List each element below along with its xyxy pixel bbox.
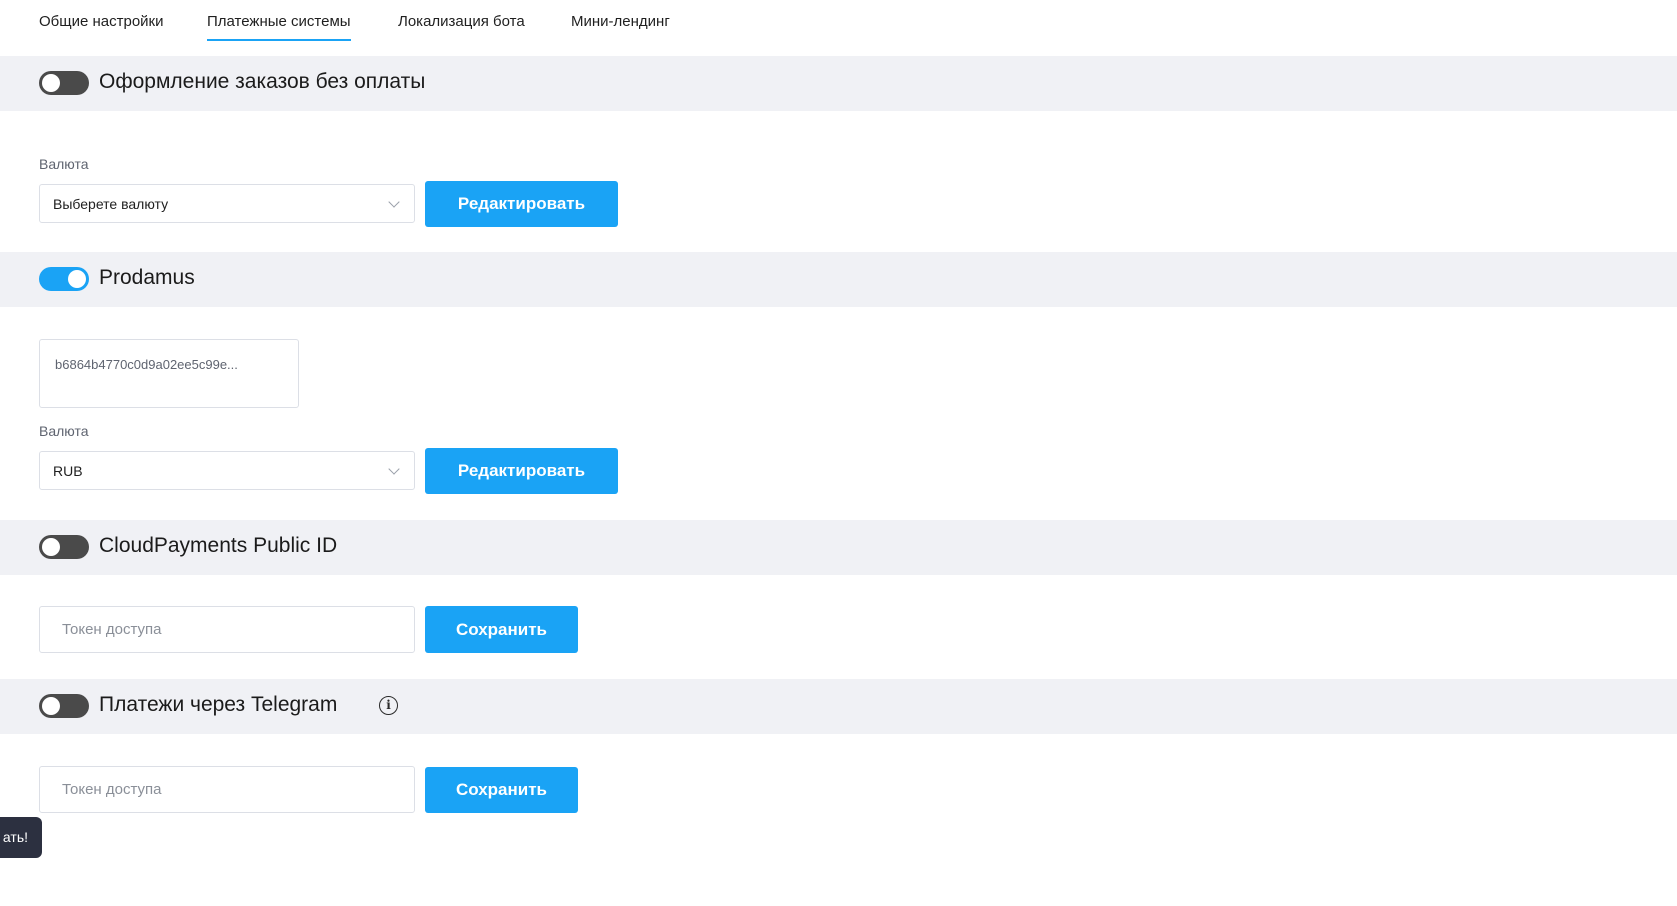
currency-label: Валюта (39, 156, 89, 172)
section-header-cloudpayments: CloudPayments Public ID (0, 520, 1677, 575)
toast-text: ать! (2, 829, 28, 845)
section-header-prodamus: Prodamus (0, 252, 1677, 307)
section-header-telegram: Платежи через Telegram i (0, 679, 1677, 734)
prodamus-toggle[interactable] (39, 267, 89, 291)
toggle-knob (68, 270, 86, 288)
token-input[interactable] (60, 780, 394, 799)
toggle-knob (42, 538, 60, 556)
section-title: CloudPayments Public ID (99, 534, 338, 557)
telegram-toggle[interactable] (39, 694, 89, 718)
tab-general-settings[interactable]: Общие настройки (39, 13, 164, 39)
chevron-down-icon (388, 196, 400, 208)
toast-notification[interactable]: ать! (0, 817, 42, 858)
currency-select[interactable]: RUB (39, 451, 415, 490)
section-title: Оформление заказов без оплаты (99, 70, 426, 93)
settings-tabs: Общие настройки Платежные системы Локали… (0, 0, 1677, 55)
no-payment-toggle[interactable] (39, 71, 89, 95)
tab-mini-landing[interactable]: Мини-лендинг (571, 13, 670, 39)
section-header-no-payment: Оформление заказов без оплаты (0, 56, 1677, 111)
toggle-knob (42, 697, 60, 715)
cloudpayments-toggle[interactable] (39, 535, 89, 559)
section-title: Платежи через Telegram (99, 693, 338, 716)
currency-select[interactable]: Выберете валюту (39, 184, 415, 223)
section-title: Prodamus (99, 266, 195, 289)
tab-bot-localization[interactable]: Локализация бота (398, 13, 525, 39)
edit-button[interactable]: Редактировать (425, 448, 618, 494)
prodamus-key-field[interactable]: b6864b4770c0d9a02ee5c99e... (39, 339, 299, 408)
telegram-token-input[interactable] (39, 766, 415, 813)
prodamus-key-value: b6864b4770c0d9a02ee5c99e... (55, 357, 238, 372)
chevron-down-icon (388, 463, 400, 475)
tab-payment-systems[interactable]: Платежные системы (207, 13, 351, 41)
toggle-knob (42, 74, 60, 92)
info-icon[interactable]: i (379, 696, 398, 715)
save-button[interactable]: Сохранить (425, 767, 578, 813)
save-button[interactable]: Сохранить (425, 606, 578, 653)
cloudpayments-token-input[interactable] (39, 606, 415, 653)
currency-select-value: RUB (53, 463, 83, 479)
edit-button[interactable]: Редактировать (425, 181, 618, 227)
currency-select-value: Выберете валюту (53, 196, 169, 212)
token-input[interactable] (60, 620, 394, 639)
currency-label: Валюта (39, 423, 89, 439)
